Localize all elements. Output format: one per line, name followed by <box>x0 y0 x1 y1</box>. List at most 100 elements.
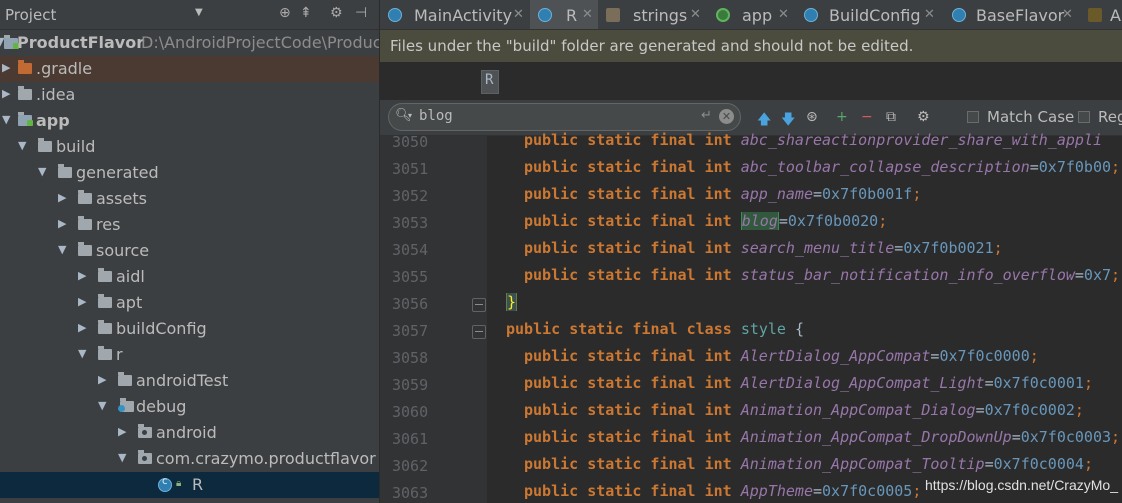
tree-item-generated[interactable]: ▼ generated <box>0 160 379 186</box>
project-view-selector[interactable]: Project <box>5 6 56 24</box>
expand-arrow-icon[interactable]: ▶ <box>78 321 86 334</box>
project-panel-header: Project ▼ ⊕ ⇞ ⚙ ⊣ <box>0 0 379 30</box>
code-line[interactable]: public static final int AlertDialog_AppC… <box>524 374 1093 392</box>
tree-item-androidtest[interactable]: ▶ androidTest <box>0 368 379 394</box>
tab-strings[interactable]: strings ✕ <box>598 0 708 29</box>
next-occurrence-icon[interactable]: 🡇 <box>781 109 795 133</box>
previous-occurrence-icon[interactable]: 🡅 <box>757 109 771 133</box>
expand-arrow-icon[interactable]: ▶ <box>78 269 86 282</box>
fold-marker-icon[interactable] <box>472 298 486 312</box>
expand-arrow-icon[interactable]: ▼ <box>58 243 66 256</box>
match-case-checkbox[interactable] <box>967 111 979 123</box>
tree-item-label: ProductFlavor <box>17 33 145 52</box>
clear-icon[interactable]: ✕ <box>719 109 734 124</box>
close-icon[interactable]: ✕ <box>582 7 593 22</box>
code-line[interactable]: public static final int app_name=0x7f0b0… <box>524 185 921 203</box>
code-line[interactable]: } <box>506 293 518 311</box>
tree-item-gradle[interactable]: ▶ .gradle <box>0 56 379 82</box>
tree-item-r[interactable]: ▼ r <box>0 342 379 368</box>
code-line[interactable]: public static final int Animation_AppCom… <box>524 428 1120 446</box>
code-line[interactable]: public static final class style { <box>506 320 804 338</box>
tab-overflow[interactable]: A <box>1082 0 1122 29</box>
search-input[interactable]: blog <box>419 108 453 124</box>
expand-arrow-icon[interactable]: ▶ <box>58 191 66 204</box>
field-value: 0x7f0c0000 <box>939 347 1030 365</box>
expand-arrow-icon[interactable]: ▼ <box>18 139 26 152</box>
semicolon: ; <box>1083 455 1093 473</box>
expand-arrow-icon[interactable]: ▶ <box>58 217 66 230</box>
close-icon[interactable]: ✕ <box>778 7 789 22</box>
fold-marker-icon[interactable] <box>472 325 486 339</box>
add-selection-icon[interactable]: + <box>836 109 848 125</box>
tree-item-build[interactable]: ▼ build <box>0 134 379 160</box>
folder-icon <box>58 164 72 178</box>
close-icon[interactable]: ✕ <box>1062 7 1073 22</box>
tree-item-idea[interactable]: ▶ .idea <box>0 82 379 108</box>
tree-item-label: app <box>36 111 70 130</box>
tab-buildconfig[interactable]: BuildConfig ✕ <box>796 0 946 29</box>
close-icon[interactable]: ✕ <box>690 7 701 22</box>
code-line[interactable]: public static final int Animation_AppCom… <box>524 455 1093 473</box>
tree-item-project-root[interactable]: ▼ ProductFlavor D:\AndroidProjectCode\Pr… <box>0 30 379 56</box>
breadcrumb[interactable]: R <box>481 70 499 94</box>
expand-arrow-icon[interactable]: ▶ <box>118 425 126 438</box>
code-line[interactable]: public static final int AlertDialog_AppC… <box>524 347 1039 365</box>
target-icon[interactable]: ⊕ <box>279 5 291 21</box>
chevron-down-icon[interactable]: ▼ <box>195 7 203 18</box>
find-all-icon[interactable]: ⊛ <box>806 109 818 125</box>
tab-baseflavor[interactable]: BaseFlavor ✕ <box>946 0 1082 29</box>
tree-item-apt[interactable]: ▶ apt <box>0 290 379 316</box>
class-icon <box>388 8 402 22</box>
tree-item-label: source <box>96 241 150 260</box>
code-line[interactable]: public static final int Animation_AppCom… <box>524 401 1084 419</box>
code-line[interactable]: public static final int status_bar_notif… <box>524 266 1120 284</box>
line-number: 3050 <box>392 133 429 151</box>
tab-label: R <box>566 6 578 25</box>
expand-arrow-icon[interactable]: ▼ <box>118 451 126 464</box>
hide-panel-icon[interactable]: ⊣ <box>355 5 367 21</box>
gear-icon[interactable]: ⚙ <box>330 5 343 21</box>
tree-item-assets[interactable]: ▶ assets <box>0 186 379 212</box>
expand-arrow-icon[interactable]: ▶ <box>2 61 10 74</box>
tree-item-label: R <box>192 475 204 494</box>
tab-app[interactable]: app ✕ <box>708 0 796 29</box>
gear-icon[interactable]: ⚙ <box>917 109 930 125</box>
code-line[interactable]: public static final int AppTheme=0x7f0c0… <box>524 482 921 500</box>
tree-item-r-class[interactable]: 🔒︎ R <box>0 472 379 498</box>
code-line[interactable]: public static final int search_menu_titl… <box>524 239 1003 257</box>
tree-item-buildconfig[interactable]: ▶ buildConfig <box>0 316 379 342</box>
expand-arrow-icon[interactable]: ▼ <box>38 165 46 178</box>
tree-item-label: buildConfig <box>116 319 207 338</box>
tree-item-res[interactable]: ▶ res <box>0 212 379 238</box>
expand-arrow-icon[interactable]: ▶ <box>2 87 10 100</box>
collapse-all-icon[interactable]: ⇞ <box>300 5 312 21</box>
expand-arrow-icon[interactable]: ▶ <box>98 373 106 386</box>
remove-selection-icon[interactable]: − <box>861 109 873 125</box>
tab-mainactivity[interactable]: MainActivity ✕ <box>380 0 530 29</box>
assign-operator: = <box>813 482 823 500</box>
close-icon[interactable]: ✕ <box>924 7 935 22</box>
brace: } <box>506 293 518 311</box>
tab-r[interactable]: R ✕ <box>530 0 598 29</box>
regex-checkbox[interactable] <box>1078 111 1090 123</box>
chevron-down-icon[interactable]: ▾ <box>408 111 412 120</box>
code-line[interactable]: public static final int blog=0x7f0b0020; <box>524 212 887 230</box>
expand-arrow-icon[interactable]: ▼ <box>78 347 86 360</box>
semicolon: ; <box>1083 374 1093 392</box>
select-all-occurrences-icon[interactable]: ⧉ <box>886 109 896 125</box>
close-icon[interactable]: ✕ <box>513 7 524 22</box>
expand-arrow-icon[interactable]: ▶ <box>78 295 86 308</box>
tree-item-app[interactable]: ▼ app <box>0 108 379 134</box>
folder-icon <box>38 138 52 152</box>
code-line[interactable]: public static final int abc_shareactionp… <box>524 131 1102 149</box>
tree-item-android[interactable]: ▶ android <box>0 420 379 446</box>
code-line[interactable]: public static final int abc_toolbar_coll… <box>524 158 1120 176</box>
tree-item-debug[interactable]: ▼ debug <box>0 394 379 420</box>
expand-arrow-icon[interactable]: ▼ <box>2 113 10 126</box>
tree-item-aidl[interactable]: ▶ aidl <box>0 264 379 290</box>
expand-arrow-icon[interactable]: ▼ <box>98 399 106 412</box>
semicolon: ; <box>1111 428 1121 446</box>
assign-operator: = <box>813 185 823 203</box>
tree-item-source[interactable]: ▼ source <box>0 238 379 264</box>
tree-item-package[interactable]: ▼ com.crazymo.productflavor <box>0 446 379 472</box>
